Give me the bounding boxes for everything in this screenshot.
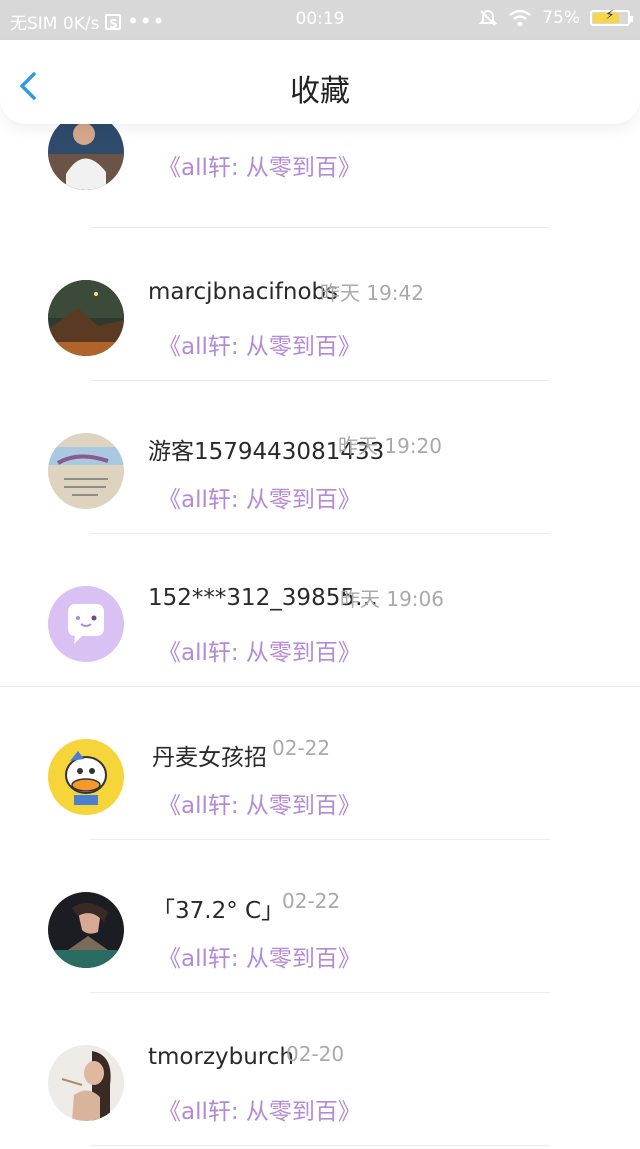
favorite-title: 《all轩: 从零到百》 bbox=[158, 334, 361, 360]
list-item[interactable]: marcjbnacifnobs 昨天 19:42 《all轩: 从零到百》 bbox=[0, 253, 640, 406]
favorite-title: 《all轩: 从零到百》 bbox=[158, 1099, 361, 1125]
nav-header: 收藏 bbox=[0, 40, 640, 124]
status-bar: 无SIM 0K/s S ••• 00:19 75% ⚡ bbox=[0, 0, 640, 40]
list-item[interactable]: 游客1579443081433 昨天 19:20 《all轩: 从零到百》 bbox=[0, 406, 640, 559]
list-item[interactable]: 152***312_39855… 昨天 19:06 《all轩: 从零到百》 bbox=[0, 559, 640, 712]
avatar[interactable] bbox=[48, 433, 124, 509]
list-item[interactable]: 《all轩: 从零到百》 bbox=[0, 124, 640, 253]
list-item[interactable]: 丹麦女孩招 02-22 《all轩: 从零到百》 bbox=[0, 712, 640, 865]
timestamp: 昨天 19:42 bbox=[320, 281, 424, 305]
divider bbox=[90, 227, 550, 228]
battery-percent: 75% bbox=[542, 8, 580, 28]
favorite-title: 《all轩: 从零到百》 bbox=[158, 640, 361, 666]
battery-icon: ⚡ bbox=[590, 8, 633, 26]
divider bbox=[90, 380, 550, 381]
list-item[interactable]: 「37.2° C」 02-22 《all轩: 从零到百》 bbox=[0, 865, 640, 1018]
timestamp: 02-22 bbox=[272, 736, 331, 760]
mute-bell-icon bbox=[478, 9, 498, 26]
avatar[interactable] bbox=[48, 739, 124, 815]
divider bbox=[90, 533, 550, 534]
list-item[interactable]: tmorzyburch 02-20 《all轩: 从零到百》 bbox=[0, 1018, 640, 1149]
username: tmorzyburch bbox=[148, 1044, 294, 1070]
timestamp: 02-20 bbox=[286, 1042, 345, 1066]
username: marcjbnacifnobs bbox=[148, 279, 339, 305]
avatar[interactable] bbox=[48, 892, 124, 968]
favorite-title: 《all轩: 从零到百》 bbox=[158, 946, 361, 972]
favorite-title: 《all轩: 从零到百》 bbox=[158, 793, 361, 819]
favorites-list: 《all轩: 从零到百》 marcjbnacifnobs 昨天 19:42 《a… bbox=[0, 124, 640, 1149]
username: 丹麦女孩招 bbox=[152, 745, 267, 771]
favorite-title: 《all轩: 从零到百》 bbox=[158, 155, 361, 181]
divider bbox=[0, 686, 640, 687]
timestamp: 02-22 bbox=[282, 889, 341, 913]
avatar[interactable] bbox=[48, 1045, 124, 1121]
wifi-icon bbox=[509, 9, 531, 27]
page-title: 收藏 bbox=[290, 74, 350, 109]
favorite-title: 《all轩: 从零到百》 bbox=[158, 487, 361, 513]
avatar[interactable] bbox=[48, 280, 124, 356]
avatar[interactable] bbox=[48, 124, 124, 190]
timestamp: 昨天 19:20 bbox=[338, 434, 442, 458]
timestamp: 昨天 19:06 bbox=[340, 587, 444, 611]
username: 「37.2° C」 bbox=[152, 898, 285, 924]
avatar[interactable] bbox=[48, 586, 124, 662]
divider bbox=[90, 992, 550, 993]
divider bbox=[90, 1145, 550, 1146]
divider bbox=[90, 839, 550, 840]
